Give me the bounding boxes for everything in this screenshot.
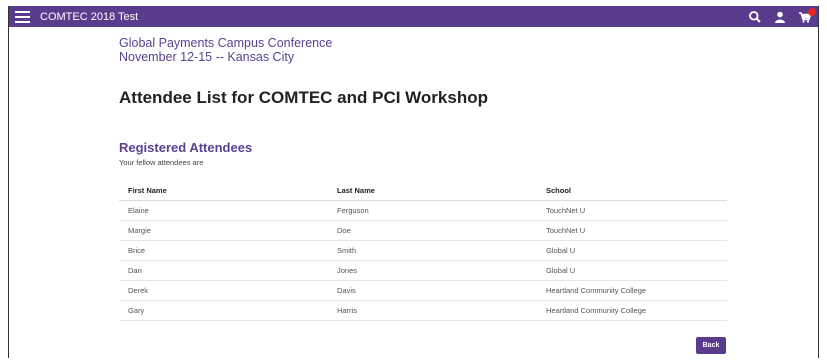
first-name-cell: Margie [119,220,328,241]
last-name-cell: Smith [328,240,537,261]
first-name-cell: Dan [119,260,328,281]
table-row: Derek Davis Heartland Community College [119,280,727,301]
cart-count-badge [808,7,816,16]
column-header-last-name: Last Name [328,180,537,201]
main-content: Global Payments Campus Conference Novemb… [119,36,729,167]
first-name-cell: Brice [119,240,328,261]
attendee-table: First Name Last Name School Elaine Fergu… [119,180,727,321]
last-name-cell: Harris [328,300,537,321]
cart-icon[interactable] [798,7,816,24]
conference-name: Global Payments Campus Conference [119,36,333,50]
school-cell: Global U [537,240,727,261]
first-name-cell: Derek [119,280,328,301]
first-name-cell: Elaine [119,200,328,221]
school-cell: Global U [537,260,727,281]
first-name-cell: Gary [119,300,328,321]
last-name-cell: Doe [328,220,537,241]
search-icon[interactable] [748,10,762,24]
table-header-row: First Name Last Name School [119,180,727,201]
last-name-cell: Ferguson [328,200,537,221]
section-title: Registered Attendees [119,140,253,155]
app-title: COMTEC 2018 Test [40,10,139,23]
column-header-first-name: First Name [119,180,328,201]
table-row: Gary Harris Heartland Community College [119,300,727,321]
user-icon[interactable] [773,10,787,24]
table-row: Elaine Ferguson TouchNet U [119,200,727,221]
section-subtitle: Your fellow attendees are [119,158,204,167]
top-nav-bar: COMTEC 2018 Test [9,6,818,27]
top-icons [748,6,816,27]
school-cell: Heartland Community College [537,280,727,301]
last-name-cell: Jones [328,260,537,281]
conference-dates: November 12-15 -- Kansas City [119,50,295,64]
last-name-cell: Davis [328,280,537,301]
table-row: Brice Smith Global U [119,240,727,261]
column-header-school: School [537,180,727,201]
table-row: Margie Doe TouchNet U [119,220,727,241]
school-cell: TouchNet U [537,200,727,221]
table-row: Dan Jones Global U [119,260,727,281]
school-cell: TouchNet U [537,220,727,241]
back-button[interactable]: Back [696,337,726,354]
page-title: Attendee List for COMTEC and PCI Worksho… [119,88,488,107]
school-cell: Heartland Community College [537,300,727,321]
hamburger-menu-icon[interactable] [15,10,30,23]
